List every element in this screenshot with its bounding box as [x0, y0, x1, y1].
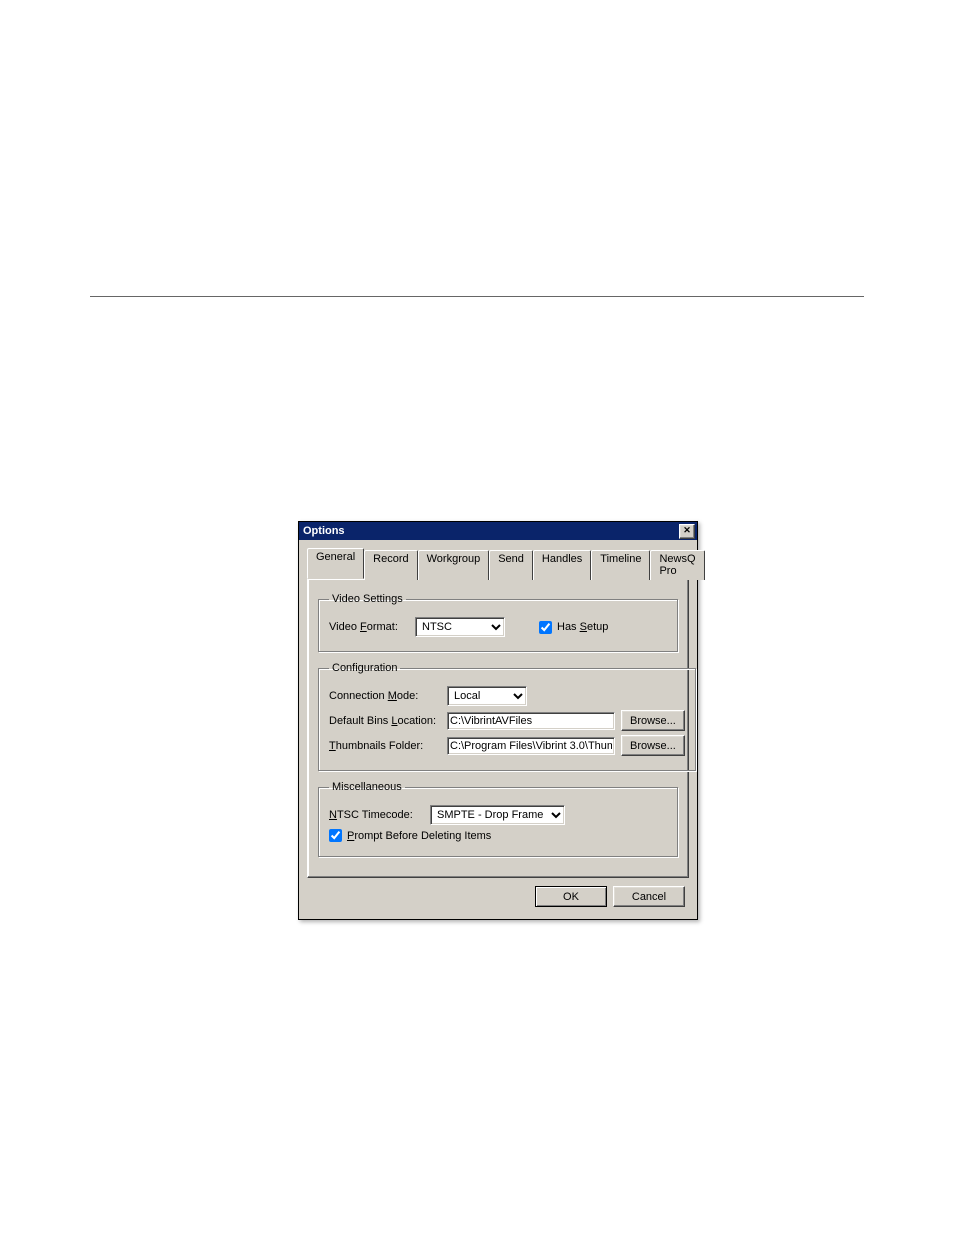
- prompt-delete-label: Prompt Before Deleting Items: [347, 830, 491, 842]
- default-bins-label: Default Bins Location:: [329, 715, 441, 727]
- close-icon: ✕: [680, 525, 694, 536]
- row-connection-mode: Connection Mode: Local: [329, 686, 685, 706]
- dialog-title: Options: [303, 522, 345, 540]
- tab-panel-general: Video Settings Video Format: NTSC Has Se…: [307, 578, 689, 878]
- tab-timeline[interactable]: Timeline: [591, 550, 650, 580]
- has-setup-checkbox-row: Has Setup: [539, 621, 608, 634]
- ntsc-timecode-select[interactable]: SMPTE - Drop Frame: [430, 805, 565, 825]
- title-bar: Options ✕: [299, 522, 697, 540]
- row-video-format: Video Format: NTSC Has Setup: [329, 617, 667, 637]
- thumbnails-input[interactable]: [447, 737, 615, 755]
- group-configuration: Configuration Connection Mode: Local Def…: [318, 662, 696, 771]
- thumbnails-label: Thumbnails Folder:: [329, 740, 441, 752]
- browse-thumbnails-button[interactable]: Browse...: [621, 735, 685, 756]
- tab-workgroup[interactable]: Workgroup: [418, 550, 490, 580]
- default-bins-input[interactable]: [447, 712, 615, 730]
- group-miscellaneous: Miscellaneous NTSC Timecode: SMPTE - Dro…: [318, 781, 678, 857]
- cancel-button[interactable]: Cancel: [613, 886, 685, 907]
- group-video-settings: Video Settings Video Format: NTSC Has Se…: [318, 593, 678, 652]
- group-video-settings-legend: Video Settings: [329, 593, 406, 605]
- row-ntsc-timecode: NTSC Timecode: SMPTE - Drop Frame: [329, 805, 667, 825]
- row-default-bins: Default Bins Location: Browse...: [329, 710, 685, 731]
- row-prompt-delete: Prompt Before Deleting Items: [329, 829, 667, 842]
- video-format-label: Video Format:: [329, 621, 409, 633]
- connection-mode-label: Connection Mode:: [329, 690, 441, 702]
- row-thumbnails: Thumbnails Folder: Browse...: [329, 735, 685, 756]
- prompt-delete-checkbox[interactable]: [329, 829, 342, 842]
- prompt-delete-checkbox-row: Prompt Before Deleting Items: [329, 829, 491, 842]
- ok-button[interactable]: OK: [535, 886, 607, 907]
- browse-bins-button[interactable]: Browse...: [621, 710, 685, 731]
- dialog-button-row: OK Cancel: [299, 886, 697, 919]
- close-button[interactable]: ✕: [679, 524, 695, 539]
- tab-strip: General Record Workgroup Send Handles Ti…: [307, 548, 689, 578]
- tab-newsq-pro[interactable]: NewsQ Pro: [650, 550, 704, 580]
- has-setup-checkbox[interactable]: [539, 621, 552, 634]
- connection-mode-select[interactable]: Local: [447, 686, 527, 706]
- group-miscellaneous-legend: Miscellaneous: [329, 781, 405, 793]
- tab-send[interactable]: Send: [489, 550, 533, 580]
- group-configuration-legend: Configuration: [329, 662, 400, 674]
- tab-handles[interactable]: Handles: [533, 550, 591, 580]
- has-setup-label: Has Setup: [557, 621, 608, 633]
- options-dialog: Options ✕ General Record Workgroup Send …: [298, 521, 698, 920]
- page-divider: [90, 296, 864, 297]
- tab-general[interactable]: General: [307, 548, 364, 579]
- video-format-select[interactable]: NTSC: [415, 617, 505, 637]
- tab-record[interactable]: Record: [364, 550, 417, 580]
- ntsc-timecode-label: NTSC Timecode:: [329, 809, 424, 821]
